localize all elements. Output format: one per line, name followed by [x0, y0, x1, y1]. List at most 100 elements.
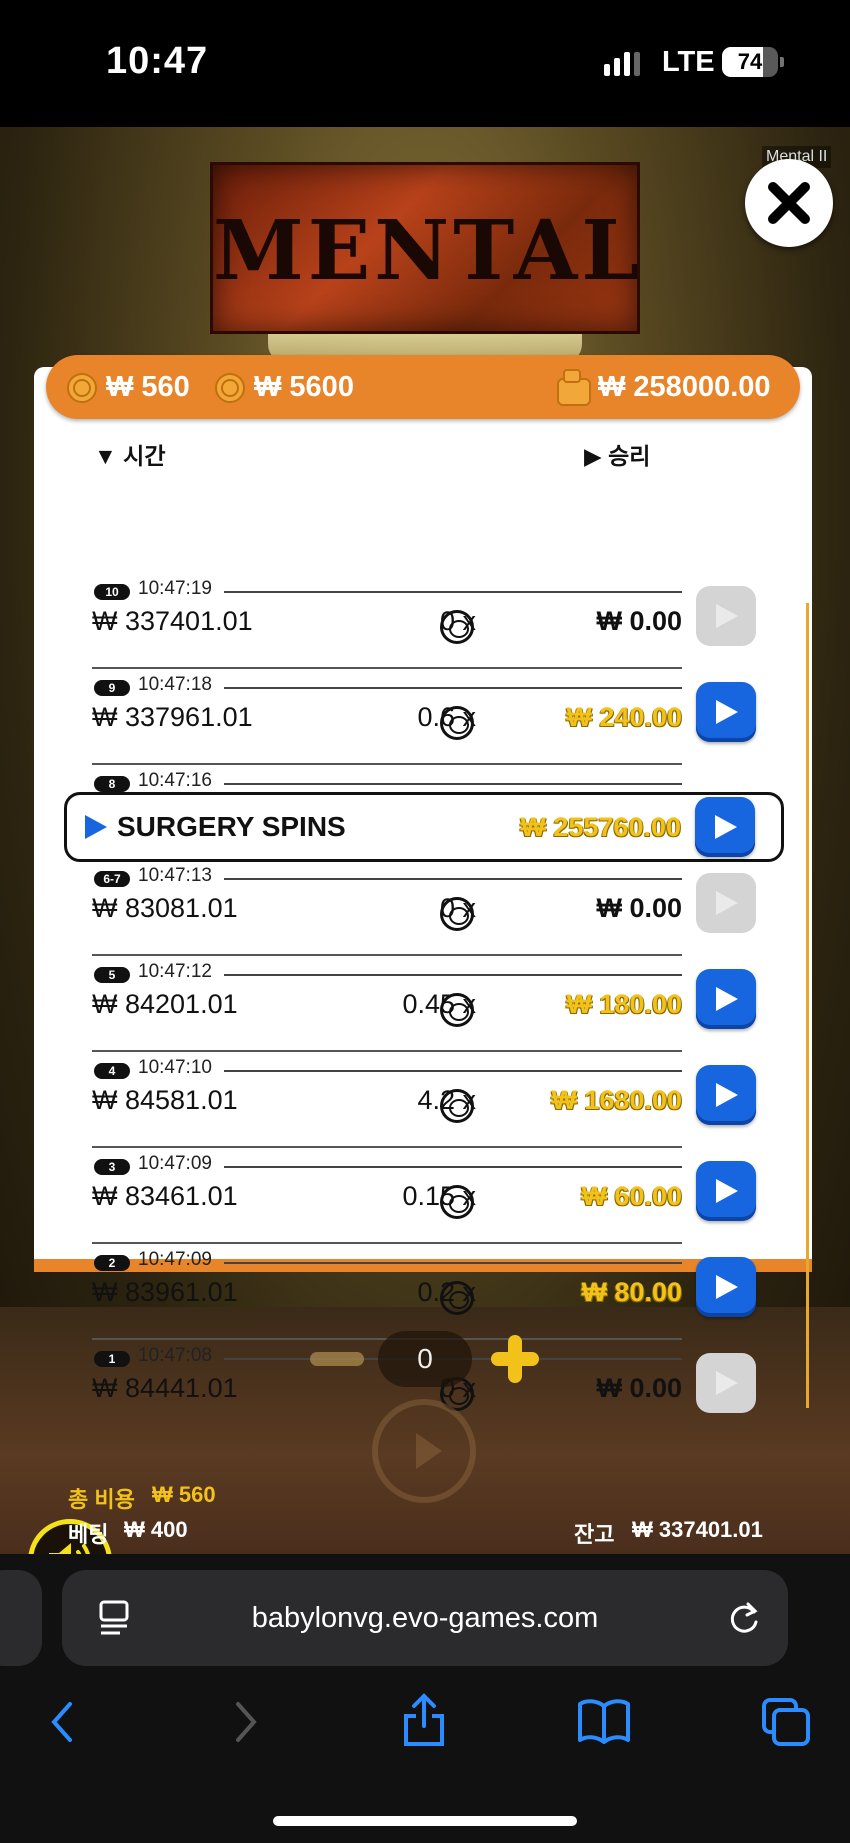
round-win: ₩ 0.00: [596, 893, 682, 923]
play-icon: [716, 1275, 738, 1299]
play-icon: [716, 1083, 738, 1107]
replay-button[interactable]: [695, 797, 755, 857]
wallet-icon: [557, 369, 591, 406]
bet-value: ₩ 400: [124, 1517, 188, 1542]
replay-button[interactable]: [696, 1353, 756, 1413]
round-balance: ₩ 83081.01: [92, 893, 238, 923]
round-time: 10:47:19: [138, 578, 212, 599]
round-time: 10:47:18: [138, 674, 212, 695]
round-number: 2: [94, 1255, 130, 1271]
coin-icon: [440, 897, 474, 931]
round-win: ₩ 60.00: [581, 1181, 682, 1211]
reload-icon[interactable]: [724, 1598, 764, 1638]
bet-label: 베팅: [68, 1522, 109, 1547]
battery-icon: 74: [722, 47, 778, 77]
feature-row[interactable]: SURGERY SPINS ₩ 255760.00: [64, 792, 784, 862]
back-icon[interactable]: [44, 1698, 80, 1746]
round-number: 10: [94, 584, 130, 600]
replay-button[interactable]: [696, 682, 756, 742]
coin-icon: [440, 1281, 474, 1315]
feature-arrow-icon: [85, 815, 107, 839]
round-number: 9: [94, 680, 130, 696]
round-number: 1: [94, 1351, 130, 1367]
bet-amount-2: ₩ 5600: [254, 371, 354, 403]
replay-button[interactable]: [696, 873, 756, 933]
round-time: 10:47:10: [138, 1057, 212, 1078]
round-balance: ₩ 337961.01: [92, 702, 253, 732]
sort-win-header[interactable]: ▶ 승리: [584, 437, 650, 471]
header-time: 시간: [123, 443, 166, 469]
round-win: ₩ 1680.00: [551, 1085, 682, 1115]
balance-value: ₩ 337401.01: [632, 1517, 763, 1542]
round-time: 10:47:12: [138, 961, 212, 982]
sort-time-header[interactable]: ▼ 시간: [94, 437, 165, 471]
round-time: 10:47:09: [138, 1249, 212, 1270]
tabs-icon[interactable]: [760, 1696, 812, 1748]
round-balance: ₩ 83961.01: [92, 1277, 238, 1307]
play-icon: [715, 815, 737, 839]
round-balance: ₩ 84581.01: [92, 1085, 238, 1115]
round-win: ₩ 0.00: [596, 606, 682, 636]
spin-button[interactable]: [372, 1399, 476, 1503]
total-cost-value: ₩ 560: [152, 1482, 216, 1507]
round-balance: ₩ 84441.01: [92, 1373, 238, 1403]
minus-button[interactable]: [310, 1352, 364, 1366]
battery-percent: 74: [737, 49, 763, 74]
status-time: 10:47: [106, 40, 209, 82]
total-cost-label: 총 비용: [68, 1487, 135, 1512]
bookmarks-icon[interactable]: [576, 1696, 632, 1746]
round-number: 8: [94, 776, 130, 792]
url-text: babylonvg.evo-games.com: [251, 1602, 599, 1634]
round-time: 10:47:13: [138, 865, 212, 886]
coin-icon: [440, 993, 474, 1027]
round-number: 3: [94, 1159, 130, 1175]
replay-button[interactable]: [696, 1065, 756, 1125]
round-number: 6-7: [94, 871, 130, 887]
play-icon: [716, 1179, 738, 1203]
previous-tab-edge[interactable]: [0, 1570, 42, 1666]
play-icon: [716, 1371, 738, 1395]
round-time: 10:47:16: [138, 770, 212, 791]
round-number: 4: [94, 1063, 130, 1079]
coin-icon: [440, 610, 474, 644]
address-bar[interactable]: babylonvg.evo-games.com: [62, 1570, 788, 1666]
header-win: 승리: [608, 443, 651, 469]
close-button[interactable]: [745, 159, 833, 247]
share-icon[interactable]: [400, 1692, 448, 1748]
play-icon: [416, 1433, 442, 1469]
coin-icon-2: [215, 373, 245, 403]
round-win: ₩ 80.00: [581, 1277, 682, 1307]
replay-button[interactable]: [696, 586, 756, 646]
home-indicator: [273, 1816, 577, 1826]
summary-bar: ₩ 560 ₩ 5600 ₩ 258000.00: [46, 355, 800, 419]
round-time: 10:47:08: [138, 1345, 212, 1366]
history-row: 10 10:47:19 ₩ 337401.01 0 x ₩ 0.00: [92, 576, 756, 672]
total-balance: ₩ 258000.00: [598, 371, 771, 403]
game-area: MENTAL II Mental II ₩ 560 ₩ 5600 ₩ 25800…: [0, 127, 850, 1554]
replay-button[interactable]: [696, 1257, 756, 1317]
scrollbar[interactable]: [806, 603, 809, 1408]
history-row: 6-7 10:47:13 ₩ 83081.01 0 x ₩ 0.00: [92, 863, 756, 959]
history-row: 4 10:47:10 ₩ 84581.01 4.2 x ₩ 1680.00: [92, 1055, 756, 1151]
round-number: 5: [94, 967, 130, 983]
round-balance: ₩ 83461.01: [92, 1181, 238, 1211]
history-row: 5 10:47:12 ₩ 84201.01 0.45 x ₩ 180.00: [92, 959, 756, 1055]
bet-stepper: 0: [310, 1331, 540, 1387]
game-logo: MENTAL II: [210, 162, 640, 471]
forward-icon[interactable]: [228, 1698, 264, 1746]
round-win: ₩ 0.00: [596, 1373, 682, 1403]
plus-icon[interactable]: [491, 1352, 539, 1366]
history-row: 3 10:47:09 ₩ 83461.01 0.15 x ₩ 60.00: [92, 1151, 756, 1247]
coin-icon: [67, 373, 97, 403]
replay-button[interactable]: [696, 1161, 756, 1221]
close-icon: [768, 182, 810, 224]
play-icon: [716, 604, 738, 628]
round-balance: ₩ 337401.01: [92, 606, 253, 636]
bet-amount-1: ₩ 560: [106, 371, 190, 403]
round-win: ₩ 240.00: [566, 702, 682, 732]
replay-button[interactable]: [696, 969, 756, 1029]
status-bar: 10:47 LTE 74: [0, 0, 850, 127]
play-icon: [716, 891, 738, 915]
history-row: 2 10:47:09 ₩ 83961.01 0.2 x ₩ 80.00: [92, 1247, 756, 1343]
round-win: ₩ 180.00: [566, 989, 682, 1019]
